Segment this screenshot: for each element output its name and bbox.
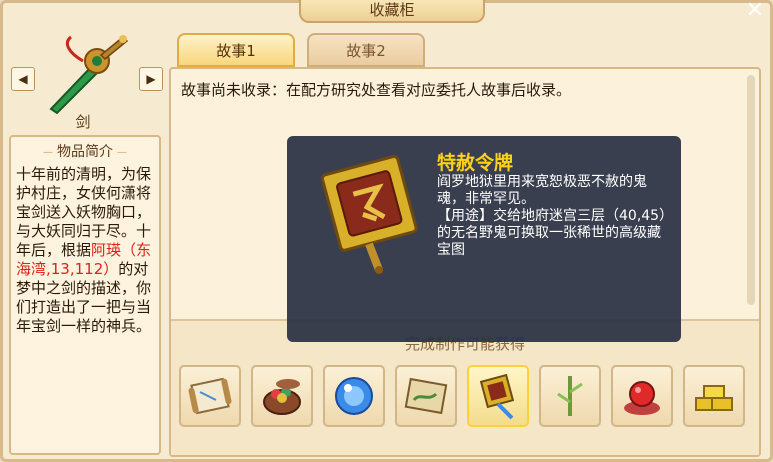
intro-text: 十年前的清明，为保护村庄，女侠何潇将宝剑送入妖物胸口，与大妖同归于尽。十年后，根… (11, 161, 159, 336)
pardon-token-icon (320, 154, 418, 274)
scrollbar[interactable] (747, 75, 755, 305)
reward-slot-pardon-token[interactable] (467, 365, 529, 427)
item-name: 剑 (75, 113, 91, 131)
tooltip-description: 阎罗地狱里用来宽恕极恶不赦的鬼魂，非常罕见。 【用途】交给地府迷宫三层（40,4… (437, 174, 673, 259)
reward-slot-map-scroll[interactable] (179, 365, 241, 427)
reward-slot-treasure-bowl[interactable] (251, 365, 313, 427)
item-tooltip: 特赦令牌 阎罗地狱里用来宽恕极恶不赦的鬼魂，非常罕见。 【用途】交给地府迷宫三层… (287, 136, 681, 342)
bamboo-icon (557, 376, 583, 416)
tab-story-2[interactable]: 故事2 (307, 33, 425, 67)
tab-story-1[interactable]: 故事1 (177, 33, 295, 67)
reward-slot-blue-orb[interactable] (323, 365, 385, 427)
reward-slot-treasure-map[interactable] (395, 365, 457, 427)
treasure-map-icon (404, 377, 448, 415)
gold-bars-icon (695, 385, 733, 411)
red-pearl-icon (624, 381, 660, 415)
item-selector: ◀ ▶ 剑 (3, 29, 163, 131)
reward-slot-bamboo[interactable] (539, 365, 601, 427)
intro-title: 物品简介 (11, 141, 159, 161)
map-scroll-icon (188, 377, 232, 415)
pardon-token-icon (479, 373, 515, 420)
tooltip-desc-line1: 阎罗地狱里用来宽恕极恶不赦的鬼魂，非常罕见。 (437, 174, 647, 207)
reward-slot-gold-bars[interactable] (683, 365, 745, 427)
green-jade-sword-icon (49, 35, 129, 115)
collection-cabinet-window: 收藏柜 ✕ ◀ ▶ 剑 物品简介 十年前的清明，为保护村庄，女侠何潇将宝剑送入妖… (0, 0, 773, 462)
tooltip-item-name: 特赦令牌 (437, 152, 514, 174)
prev-item-button[interactable]: ◀ (11, 67, 35, 91)
window-title: 收藏柜 (299, 0, 485, 23)
blue-orb-icon (335, 377, 373, 415)
next-item-button[interactable]: ▶ (139, 67, 163, 91)
close-button[interactable]: ✕ (744, 0, 766, 23)
reward-slot-red-pearl[interactable] (611, 365, 673, 427)
tooltip-desc-line2: 【用途】交给地府迷宫三层（40,45）的无名野鬼可换取一张稀世的高级藏宝图 (437, 208, 667, 258)
item-intro-panel: 物品简介 十年前的清明，为保护村庄，女侠何潇将宝剑送入妖物胸口，与大妖同归于尽。… (9, 135, 161, 455)
treasure-bowl-icon (263, 379, 301, 415)
story-text: 故事尚未收录：在配方研究处查看对应委托人故事后收录。 (181, 81, 572, 99)
